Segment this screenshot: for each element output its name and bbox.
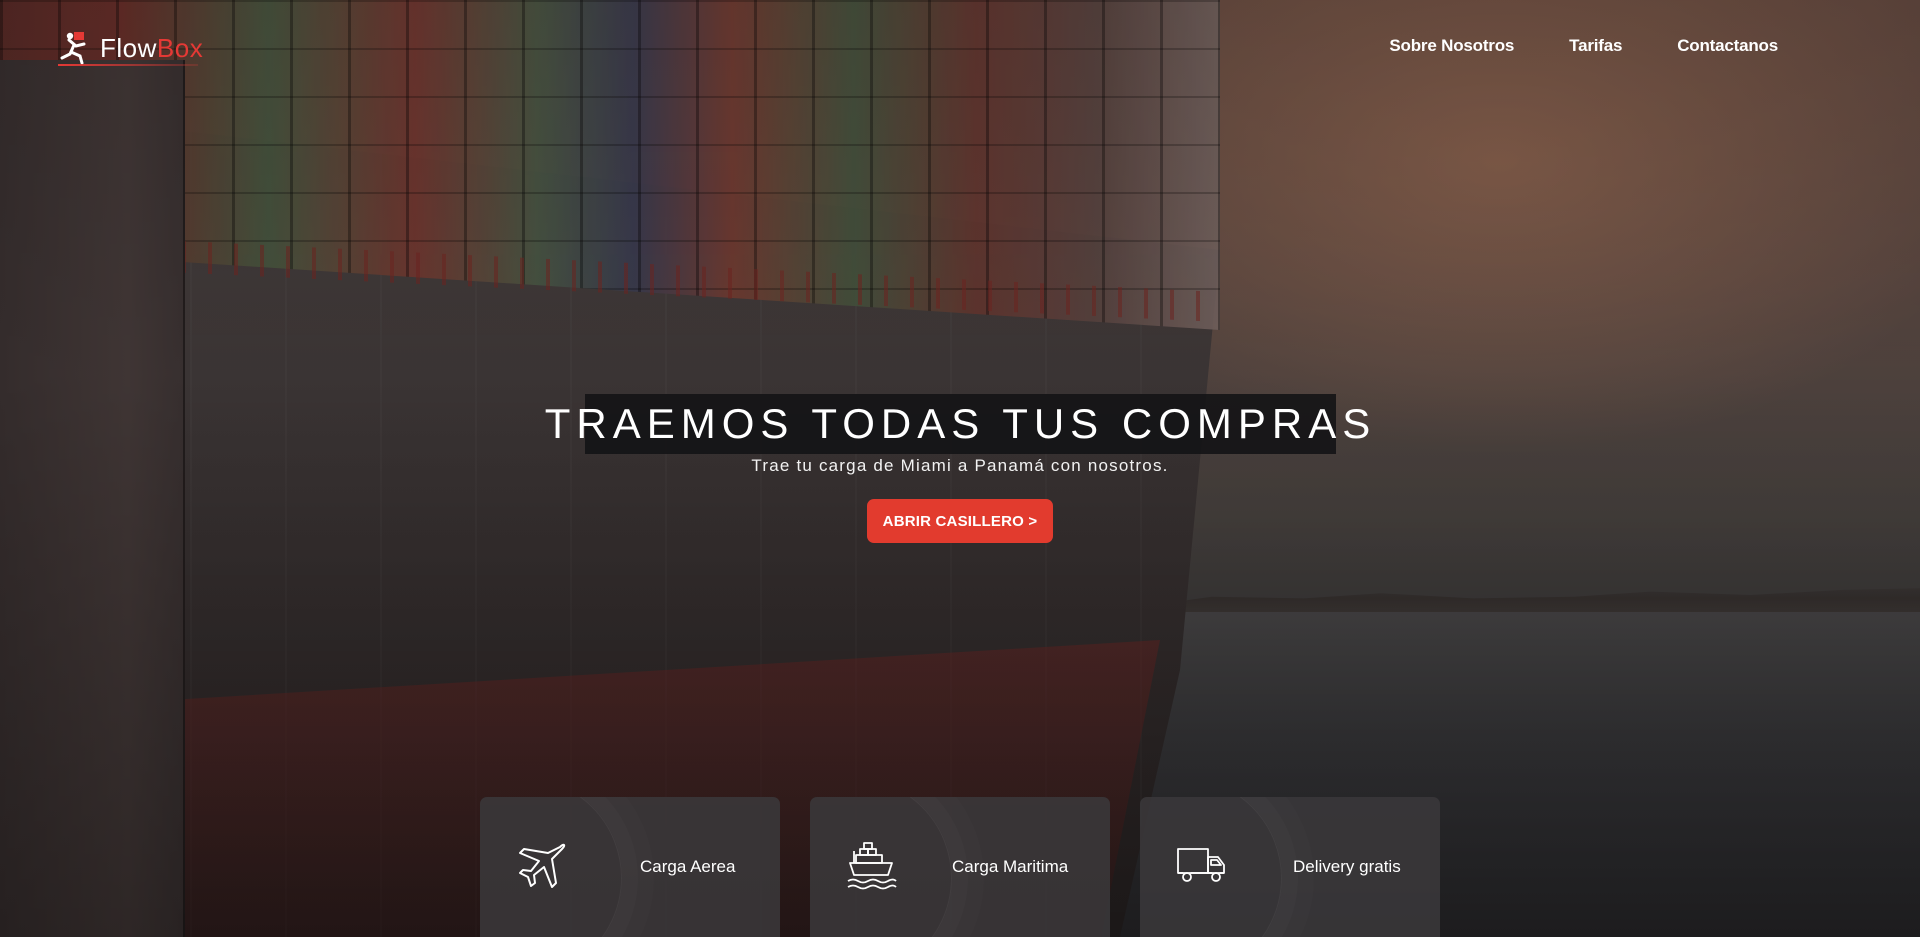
logo-underline (58, 64, 198, 66)
service-card-sea[interactable]: Carga Maritima (810, 797, 1110, 937)
logo-text-box: Box (156, 32, 204, 63)
hero-subtitle: Trae tu carga de Miami a Panamá con noso… (751, 456, 1169, 475)
services-cards: Carga Aerea Carga Maritima Delivery grat… (480, 797, 1440, 937)
abrir-casillero-button[interactable]: ABRIR CASILLERO > (867, 499, 1053, 543)
logo-text-flow: Flow (100, 32, 157, 63)
hero-title: TRAEMOS TODAS TUS COMPRAS (544, 400, 1377, 447)
service-label-air: Carga Aerea (640, 857, 736, 876)
main-nav: Sobre Nosotros Tarifas Contactanos (1389, 36, 1778, 56)
nav-contactanos[interactable]: Contactanos (1677, 36, 1778, 56)
nav-sobre-nosotros[interactable]: Sobre Nosotros (1389, 36, 1514, 56)
hero-title-box: TRAEMOS TODAS TUS COMPRAS (545, 394, 1370, 454)
service-card-air[interactable]: Carga Aerea (480, 797, 780, 937)
nav-tarifas[interactable]: Tarifas (1569, 36, 1622, 56)
service-label-delivery: Delivery gratis (1293, 857, 1401, 876)
logo[interactable]: FlowBox (56, 28, 203, 68)
service-card-delivery[interactable]: Delivery gratis (1140, 797, 1440, 937)
service-label-sea: Carga Maritima (952, 857, 1069, 876)
cargo-ship-icon (847, 842, 897, 890)
logo-text: FlowBox (100, 33, 203, 64)
logo-runner-icon (60, 32, 86, 65)
delivery-truck-icon (1177, 848, 1225, 882)
airplane-icon (519, 843, 566, 888)
